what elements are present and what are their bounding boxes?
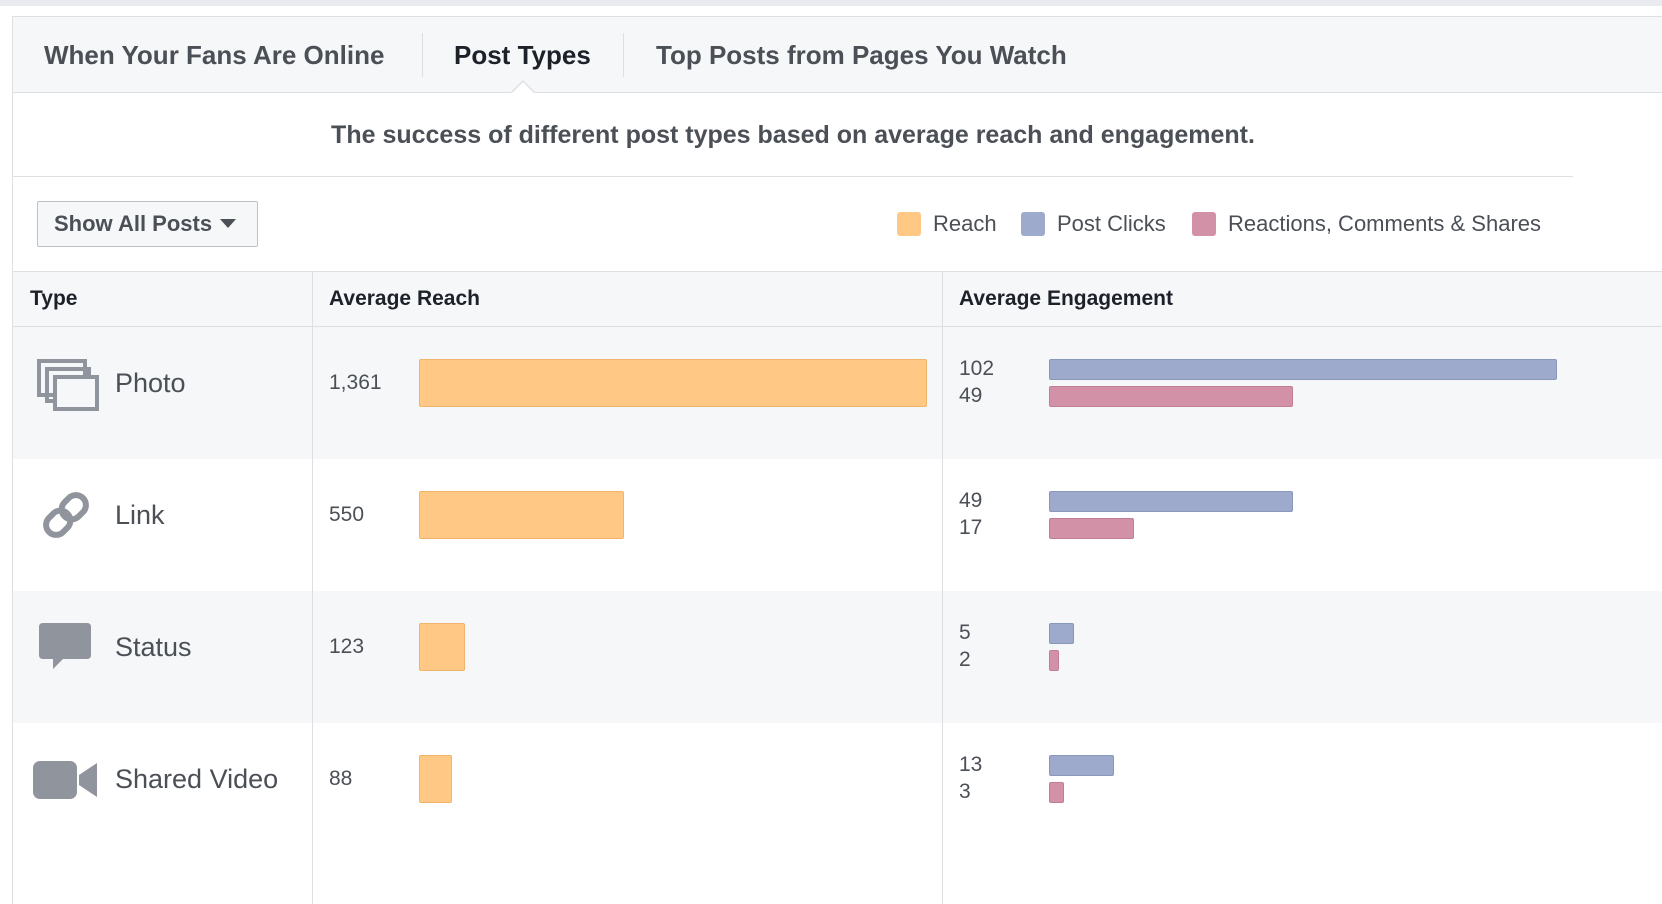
reactions-bar [1049,518,1134,539]
dropdown-label: Show All Posts [54,211,213,236]
reach-value: 1,361 [329,371,382,394]
legend-swatch-reactions [1192,212,1216,236]
reactions-value: 2 [959,648,971,671]
table-row: Status 123 5 2 [13,591,1662,723]
post-clicks-bar [1049,359,1557,380]
reach-value: 88 [329,767,353,790]
column-divider [312,271,313,904]
table-row: Photo 1,361 102 49 [13,327,1662,459]
post-clicks-value: 102 [959,357,995,380]
reach-value: 123 [329,635,365,658]
tab-bar: When Your Fans Are Online Post Types Top… [13,17,1662,94]
legend-swatch-post-clicks [1021,212,1045,236]
caret-down-icon [220,218,237,228]
table-row: Shared Video 88 13 3 [13,723,1662,855]
tab-separator [422,33,423,77]
row-type-label: Photo [115,368,186,398]
post-clicks-value: 49 [959,489,983,512]
tab-when-fans-online[interactable]: When Your Fans Are Online [44,17,384,93]
reactions-value: 49 [959,384,983,407]
status-icon [39,623,91,669]
table-header: Type Average Reach Average Engagement [13,271,1662,327]
tab-separator [623,33,624,77]
reactions-bar [1049,782,1064,803]
legend-label-post-clicks: Post Clicks [1057,211,1166,236]
row-type-label: Link [115,500,165,530]
show-all-posts-dropdown[interactable]: Show All Posts [37,201,258,247]
page-subtitle: The success of different post types base… [13,94,1573,177]
chart-legend: Reach Post Clicks Reactions, Comments & … [897,211,1662,237]
reach-value: 550 [329,503,365,526]
active-tab-pointer-fill [511,82,535,94]
top-strip [0,0,1662,6]
link-icon [43,492,89,538]
reactions-bar [1049,386,1293,407]
post-clicks-bar [1049,491,1293,512]
row-type-label: Status [115,632,192,662]
reach-bar [419,623,465,671]
header-type: Type [30,287,78,310]
tab-top-posts[interactable]: Top Posts from Pages You Watch [656,17,1067,93]
reach-bar [419,491,624,539]
header-average-engagement: Average Engagement [959,287,1173,310]
post-clicks-value: 13 [959,753,983,776]
header-average-reach: Average Reach [329,287,480,310]
legend-label-reactions: Reactions, Comments & Shares [1228,211,1542,236]
reactions-value: 17 [959,516,983,539]
reach-bar [419,755,452,803]
legend-label-reach: Reach [933,211,997,236]
post-types-panel: When Your Fans Are Online Post Types Top… [12,16,1662,904]
post-clicks-value: 5 [959,621,971,644]
reactions-value: 3 [959,780,971,803]
post-clicks-bar [1049,755,1114,776]
post-clicks-bar [1049,623,1074,644]
reach-bar [419,359,927,407]
photo-icon [37,359,99,411]
row-type-label: Shared Video [115,764,279,794]
legend-swatch-reach [897,212,921,236]
video-icon [33,761,97,799]
column-divider [942,271,943,904]
table-row: Link 550 49 17 [13,459,1662,591]
reactions-bar [1049,650,1059,671]
